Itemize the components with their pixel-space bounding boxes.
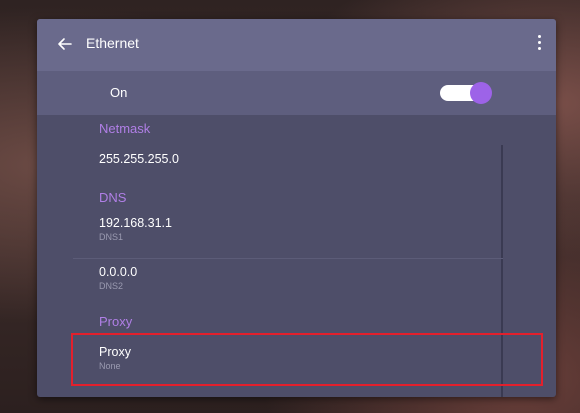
divider (73, 258, 503, 259)
list-item-dns2[interactable]: 0.0.0.0 DNS2 (99, 265, 137, 291)
list-item-dns1[interactable]: 192.168.31.1 DNS1 (99, 216, 172, 242)
arrow-left-icon[interactable] (57, 33, 79, 55)
page-title: Ethernet (86, 35, 139, 51)
dns1-value: 192.168.31.1 (99, 216, 172, 230)
dns2-value: 0.0.0.0 (99, 265, 138, 279)
dns1-label: DNS1 (99, 232, 124, 242)
list-item-netmask[interactable]: 255.255.255.0 (99, 152, 179, 166)
section-header-proxy: Proxy (99, 314, 133, 329)
ethernet-switch-row[interactable]: On (37, 71, 556, 115)
netmask-value: 255.255.255.0 (99, 152, 179, 166)
dns2-label: DNS2 (99, 281, 124, 291)
toggle-knob (470, 82, 492, 104)
highlight-box (71, 333, 543, 386)
more-vert-icon[interactable] (534, 33, 544, 57)
ethernet-toggle[interactable] (440, 82, 492, 104)
section-header-dns: DNS (99, 190, 127, 205)
switch-label: On (110, 85, 128, 100)
section-header-netmask: Netmask (99, 121, 151, 136)
app-bar: Ethernet (37, 19, 556, 71)
